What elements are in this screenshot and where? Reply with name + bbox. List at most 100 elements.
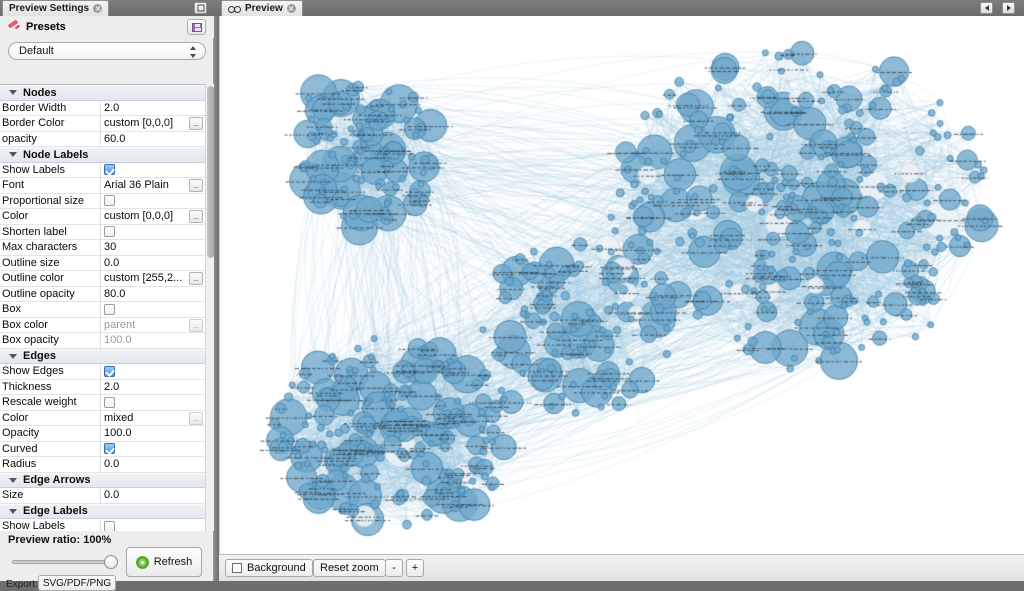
zoom-in-button[interactable]: +	[406, 559, 424, 577]
property-section-label: Edges	[23, 350, 57, 363]
save-preset-button[interactable]	[187, 19, 206, 35]
property-value[interactable]: 0.0	[100, 488, 205, 503]
property-value[interactable]: 60.0	[100, 131, 205, 146]
property-row[interactable]: Outline size 0.0	[0, 255, 205, 271]
property-editor-button[interactable]: ...	[189, 318, 203, 332]
property-value[interactable]: 0.0	[100, 255, 205, 270]
property-value[interactable]	[100, 193, 205, 208]
property-value[interactable]	[100, 519, 205, 531]
checkbox-icon[interactable]	[232, 563, 242, 573]
checkbox-checked-icon[interactable]	[104, 164, 115, 176]
property-sheet-scrollbar[interactable]	[205, 84, 214, 531]
property-row[interactable]: Box	[0, 302, 205, 318]
property-row[interactable]: Proportional size	[0, 193, 205, 209]
property-value[interactable]	[100, 364, 205, 379]
close-icon[interactable]	[286, 4, 296, 13]
network-graph-canvas[interactable]	[220, 16, 1024, 554]
property-row[interactable]: Curved	[0, 441, 205, 457]
property-section-header[interactable]: Edges	[0, 348, 205, 364]
nav-next-button[interactable]	[1002, 2, 1015, 14]
tab-preview-settings[interactable]: Preview Settings	[2, 0, 110, 16]
property-value[interactable]: 100.0	[100, 426, 205, 441]
property-value[interactable]: 0.0	[100, 457, 205, 472]
zoom-in-label: +	[411, 562, 419, 574]
tab-preview[interactable]: Preview	[221, 0, 303, 16]
property-value[interactable]	[100, 441, 205, 456]
chevron-down-icon[interactable]	[9, 353, 17, 359]
property-row[interactable]: Outline color custom [255,2......	[0, 271, 205, 287]
chevron-down-icon[interactable]	[9, 152, 17, 158]
checkbox-checked-icon[interactable]	[104, 443, 115, 455]
checkbox-icon[interactable]	[104, 303, 115, 315]
property-editor-button[interactable]: ...	[189, 272, 203, 285]
property-row[interactable]: Radius 0.0	[0, 457, 205, 473]
checkbox-icon[interactable]	[104, 195, 115, 207]
minimize-panel-button[interactable]	[194, 2, 207, 14]
property-row[interactable]: Max characters 30	[0, 240, 205, 256]
property-row[interactable]: Thickness 2.0	[0, 379, 205, 395]
property-row[interactable]: Opacity 100.0	[0, 426, 205, 442]
checkbox-icon[interactable]	[104, 520, 115, 531]
property-editor-button[interactable]: ...	[189, 210, 203, 223]
property-row[interactable]: Box color parent...	[0, 317, 205, 333]
property-row[interactable]: Show Labels	[0, 162, 205, 178]
property-row[interactable]: Box opacity 100.0	[0, 333, 205, 349]
property-row[interactable]: Show Edges	[0, 364, 205, 380]
export-button[interactable]: SVG/PDF/PNG	[38, 575, 116, 591]
reset-zoom-button[interactable]: Reset zoom	[313, 559, 386, 577]
slider-track[interactable]	[12, 560, 116, 564]
checkbox-checked-icon[interactable]	[104, 365, 115, 377]
property-row[interactable]: Border Width 2.0	[0, 100, 205, 116]
property-row[interactable]: Border Color custom [0,0,0]...	[0, 116, 205, 132]
scrollbar-thumb[interactable]	[207, 86, 214, 258]
property-editor-button[interactable]: ...	[189, 179, 203, 192]
property-value[interactable]	[100, 395, 205, 410]
property-editor-button[interactable]: ...	[189, 411, 203, 425]
property-row[interactable]: Outline opacity 80.0	[0, 286, 205, 302]
refresh-button[interactable]: Refresh	[126, 547, 202, 577]
property-row[interactable]: Color mixed...	[0, 410, 205, 426]
background-toggle[interactable]: Background	[225, 559, 313, 577]
property-row[interactable]: Show Labels	[0, 519, 205, 531]
close-icon[interactable]	[93, 4, 103, 13]
property-sheet[interactable]: Nodes Border Width 2.0 Border Color custom […	[0, 84, 205, 531]
preview-ratio-slider[interactable]	[12, 554, 118, 570]
slider-knob[interactable]	[104, 555, 118, 569]
property-value[interactable]: 2.0	[100, 100, 205, 115]
property-section-label: Nodes	[23, 86, 57, 99]
pin-icon	[7, 21, 21, 33]
property-section-header[interactable]: Nodes	[0, 85, 205, 101]
property-section-header[interactable]: Edge Arrows	[0, 472, 205, 488]
property-editor-button[interactable]: ...	[189, 117, 203, 130]
recycle-icon	[135, 555, 149, 569]
floppy-disk-icon	[192, 23, 202, 32]
graph-canvas-container[interactable]	[219, 16, 1024, 554]
chevron-down-icon[interactable]	[9, 508, 17, 514]
checkbox-icon[interactable]	[104, 226, 115, 238]
property-value[interactable]: 80.0	[100, 286, 205, 301]
zoom-out-button[interactable]: -	[385, 559, 403, 577]
property-row[interactable]: Size 0.0	[0, 488, 205, 504]
property-section-header[interactable]: Node Labels	[0, 147, 205, 163]
property-value[interactable]	[100, 224, 205, 239]
property-row[interactable]: Font Arial 36 Plain...	[0, 178, 205, 194]
property-value[interactable]	[100, 302, 205, 317]
property-label: Show Labels	[2, 163, 65, 176]
zoom-out-label: -	[392, 562, 396, 574]
chevron-down-icon[interactable]	[9, 90, 17, 96]
checkbox-icon[interactable]	[104, 396, 115, 408]
property-value[interactable]: 100.0	[100, 333, 205, 348]
chevron-down-icon[interactable]	[9, 477, 17, 483]
preset-select[interactable]: Default	[8, 42, 206, 60]
nav-prev-button[interactable]	[980, 2, 993, 14]
property-row[interactable]: Rescale weight	[0, 395, 205, 411]
property-value[interactable]: 2.0	[100, 379, 205, 394]
property-row[interactable]: opacity 60.0	[0, 131, 205, 147]
property-label: Size	[2, 489, 24, 502]
chevron-updown-icon[interactable]	[190, 46, 197, 58]
property-row[interactable]: Shorten label	[0, 224, 205, 240]
property-value[interactable]: 30	[100, 240, 205, 255]
property-section-header[interactable]: Edge Labels	[0, 503, 205, 519]
property-value[interactable]	[100, 162, 205, 177]
property-row[interactable]: Color custom [0,0,0]...	[0, 209, 205, 225]
